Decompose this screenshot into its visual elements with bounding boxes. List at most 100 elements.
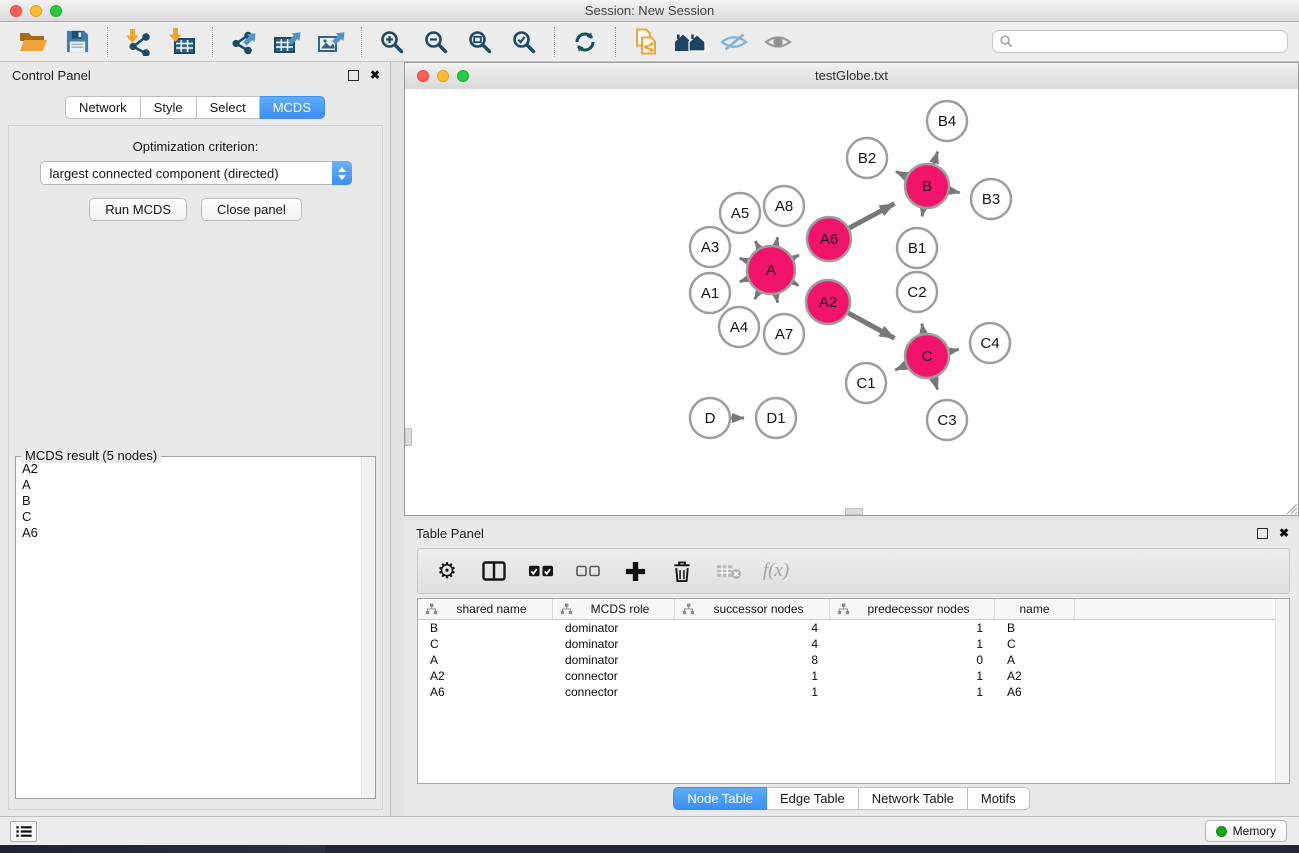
mcds-result-item[interactable]: B bbox=[22, 493, 361, 509]
mcds-result-item[interactable]: C bbox=[22, 509, 361, 525]
network-minimize-button[interactable] bbox=[437, 70, 449, 82]
run-mcds-button[interactable]: Run MCDS bbox=[89, 198, 187, 221]
import-table-button[interactable] bbox=[163, 26, 201, 58]
graph-node-D1[interactable]: D1 bbox=[756, 398, 796, 438]
tab-select[interactable]: Select bbox=[197, 96, 260, 119]
graph-edge-C-C4[interactable] bbox=[950, 350, 959, 352]
graph-node-C4[interactable]: C4 bbox=[970, 323, 1010, 363]
memory-button[interactable]: Memory bbox=[1205, 820, 1287, 842]
column-header-predecessor-nodes[interactable]: predecessor nodes bbox=[830, 599, 995, 619]
clone-network-button[interactable] bbox=[627, 26, 665, 58]
result-scrollbar[interactable] bbox=[361, 457, 375, 798]
export-table-button[interactable] bbox=[268, 26, 306, 58]
hide-selected-button[interactable] bbox=[715, 26, 753, 58]
zoom-in-button[interactable] bbox=[373, 26, 411, 58]
float-table-panel-button[interactable] bbox=[1257, 528, 1268, 539]
tab-edge-table[interactable]: Edge Table bbox=[767, 787, 859, 810]
column-header-mcds-role[interactable]: MCDS role bbox=[553, 599, 675, 619]
search-field[interactable] bbox=[992, 30, 1288, 53]
network-vertical-scrollbar[interactable] bbox=[405, 428, 412, 446]
graph-edge-A6-B[interactable] bbox=[849, 204, 894, 229]
export-image-button[interactable] bbox=[312, 26, 350, 58]
float-panel-button[interactable] bbox=[348, 70, 359, 81]
table-row[interactable]: Bdominator41B bbox=[418, 620, 1289, 636]
close-panel-icon-button[interactable]: ✖ bbox=[370, 69, 380, 81]
refresh-view-button[interactable] bbox=[566, 26, 604, 58]
zoom-fit-button[interactable] bbox=[461, 26, 499, 58]
network-window-titlebar[interactable]: testGlobe.txt bbox=[405, 63, 1298, 90]
graph-node-C2[interactable]: C2 bbox=[897, 272, 937, 312]
task-history-button[interactable] bbox=[10, 821, 37, 842]
graph-edge-A-A5[interactable] bbox=[755, 241, 759, 248]
mcds-result-item[interactable]: A2 bbox=[22, 461, 361, 477]
zoom-window-button[interactable] bbox=[50, 5, 62, 17]
tab-mcds[interactable]: MCDS bbox=[260, 96, 325, 119]
table-row[interactable]: Cdominator41C bbox=[418, 636, 1289, 652]
table-settings-button[interactable]: ⚙ bbox=[434, 557, 460, 585]
graph-edge-A2-C[interactable] bbox=[848, 313, 894, 338]
graph-node-A8[interactable]: A8 bbox=[764, 186, 804, 226]
graph-edge-A-A8[interactable] bbox=[776, 237, 778, 245]
home-layout-button[interactable] bbox=[671, 26, 709, 58]
graph-edge-C-C1[interactable] bbox=[895, 365, 906, 370]
graph-node-A3[interactable]: A3 bbox=[690, 227, 730, 267]
close-table-panel-button[interactable]: ✖ bbox=[1279, 527, 1289, 539]
table-row[interactable]: Adominator80A bbox=[418, 652, 1289, 668]
graph-node-A1[interactable]: A1 bbox=[690, 273, 730, 313]
deselect-columns-button[interactable] bbox=[575, 557, 601, 585]
graph-edge-A-A4[interactable] bbox=[755, 292, 759, 299]
close-panel-button[interactable]: Close panel bbox=[201, 198, 302, 221]
minimize-window-button[interactable] bbox=[30, 5, 42, 17]
graph-node-B4[interactable]: B4 bbox=[927, 101, 967, 141]
search-input[interactable] bbox=[1017, 34, 1287, 50]
graph-edge-A-A6[interactable] bbox=[793, 255, 799, 258]
tab-network[interactable]: Network bbox=[65, 96, 141, 119]
select-all-columns-button[interactable] bbox=[528, 557, 554, 585]
graph-edge-B-B4[interactable] bbox=[934, 152, 938, 164]
graph-edge-C-C2[interactable] bbox=[922, 324, 924, 334]
graph-node-A7[interactable]: A7 bbox=[764, 314, 804, 354]
column-header-name[interactable]: name bbox=[995, 599, 1075, 619]
mcds-result-item[interactable]: A bbox=[22, 477, 361, 493]
zoom-out-button[interactable] bbox=[417, 26, 455, 58]
graph-node-A[interactable]: A bbox=[747, 246, 795, 294]
graph-node-C1[interactable]: C1 bbox=[846, 363, 886, 403]
save-session-button[interactable] bbox=[58, 26, 96, 58]
graph-node-A4[interactable]: A4 bbox=[719, 307, 759, 347]
column-header-shared-name[interactable]: shared name bbox=[418, 599, 553, 619]
graph-edge-B-B3[interactable] bbox=[950, 191, 960, 193]
graph-edge-C-C3[interactable] bbox=[934, 378, 938, 390]
graph-edge-B-B1[interactable] bbox=[922, 209, 923, 217]
resize-grip-icon[interactable] bbox=[1284, 501, 1298, 515]
column-header-successor-nodes[interactable]: successor nodes bbox=[675, 599, 830, 619]
table-row[interactable]: A6connector11A6 bbox=[418, 684, 1289, 700]
show-all-button[interactable] bbox=[759, 26, 797, 58]
network-canvas[interactable]: AA1A2A3A4A5A6A7A8BB1B2B3B4CC1C2C3C4DD1 bbox=[405, 89, 1298, 515]
graph-node-A2[interactable]: A2 bbox=[806, 280, 850, 324]
mcds-result-item[interactable]: A6 bbox=[22, 525, 361, 541]
add-column-button[interactable] bbox=[622, 557, 648, 585]
graph-node-A5[interactable]: A5 bbox=[720, 193, 760, 233]
close-window-button[interactable] bbox=[10, 5, 22, 17]
split-columns-button[interactable] bbox=[481, 557, 507, 585]
import-network-button[interactable] bbox=[119, 26, 157, 58]
export-network-button[interactable] bbox=[224, 26, 262, 58]
graph-node-D[interactable]: D bbox=[690, 398, 730, 438]
tab-node-table[interactable]: Node Table bbox=[673, 787, 767, 810]
delete-column-button[interactable] bbox=[669, 557, 695, 585]
tab-style[interactable]: Style bbox=[141, 96, 197, 119]
graph-node-B2[interactable]: B2 bbox=[847, 138, 887, 178]
graph-node-A6[interactable]: A6 bbox=[807, 217, 851, 261]
graph-edge-A-A7[interactable] bbox=[776, 295, 778, 303]
graph-node-B[interactable]: B bbox=[905, 164, 949, 208]
tab-network-table[interactable]: Network Table bbox=[859, 787, 968, 810]
delete-table-button[interactable] bbox=[716, 557, 742, 585]
criterion-dropdown[interactable]: largest connected component (directed) bbox=[40, 161, 352, 185]
table-scrollbar[interactable] bbox=[1275, 599, 1289, 783]
graph-edge-B-B2[interactable] bbox=[896, 172, 906, 177]
network-zoom-button[interactable] bbox=[457, 70, 469, 82]
graph-node-B3[interactable]: B3 bbox=[971, 179, 1011, 219]
graph-node-C[interactable]: C bbox=[905, 334, 949, 378]
network-horizontal-scrollbar[interactable] bbox=[845, 508, 863, 515]
network-close-button[interactable] bbox=[417, 70, 429, 82]
